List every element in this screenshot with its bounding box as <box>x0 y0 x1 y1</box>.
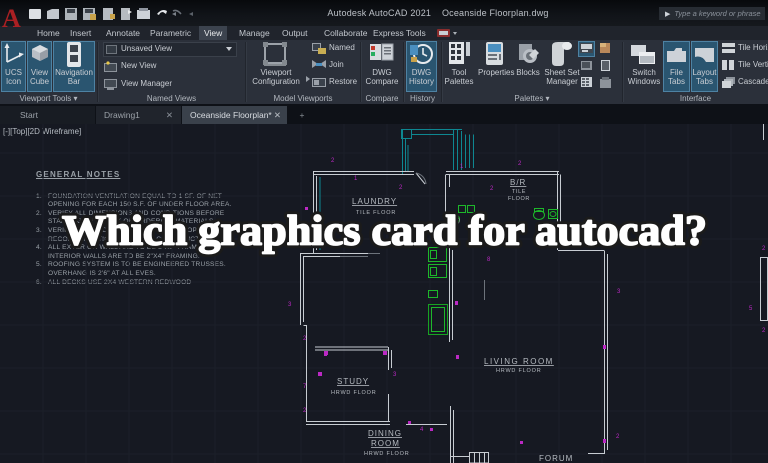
svg-text:ROOM: ROOM <box>371 439 400 448</box>
svg-text:2: 2 <box>616 434 620 440</box>
svg-text:DINING: DINING <box>368 429 402 438</box>
svg-text:4: 4 <box>420 427 424 433</box>
svg-text:3: 3 <box>393 372 397 378</box>
svg-text:B/R: B/R <box>510 178 526 187</box>
svg-text:2: 2 <box>399 185 403 191</box>
svg-text:STUDY: STUDY <box>337 377 369 386</box>
svg-text:HRWD FLOOR: HRWD FLOOR <box>331 390 376 396</box>
svg-text:5: 5 <box>749 306 753 312</box>
svg-text:1: 1 <box>460 164 464 170</box>
svg-text:2: 2 <box>331 158 335 164</box>
svg-text:LIVING ROOM: LIVING ROOM <box>484 357 554 366</box>
svg-text:3: 3 <box>288 302 292 308</box>
svg-text:TILE: TILE <box>512 189 526 195</box>
svg-text:1: 1 <box>354 176 358 182</box>
svg-text:2: 2 <box>762 328 766 334</box>
svg-text:2: 2 <box>518 161 522 167</box>
svg-text:3: 3 <box>617 289 621 295</box>
svg-text:2: 2 <box>490 186 494 192</box>
svg-text:Which graphics card for autoca: Which graphics card for autocad? <box>62 209 707 255</box>
svg-text:HRWD FLOOR: HRWD FLOOR <box>364 451 409 457</box>
svg-text:HRWD FLOOR: HRWD FLOOR <box>496 368 541 374</box>
svg-text:FORUM: FORUM <box>539 454 573 463</box>
